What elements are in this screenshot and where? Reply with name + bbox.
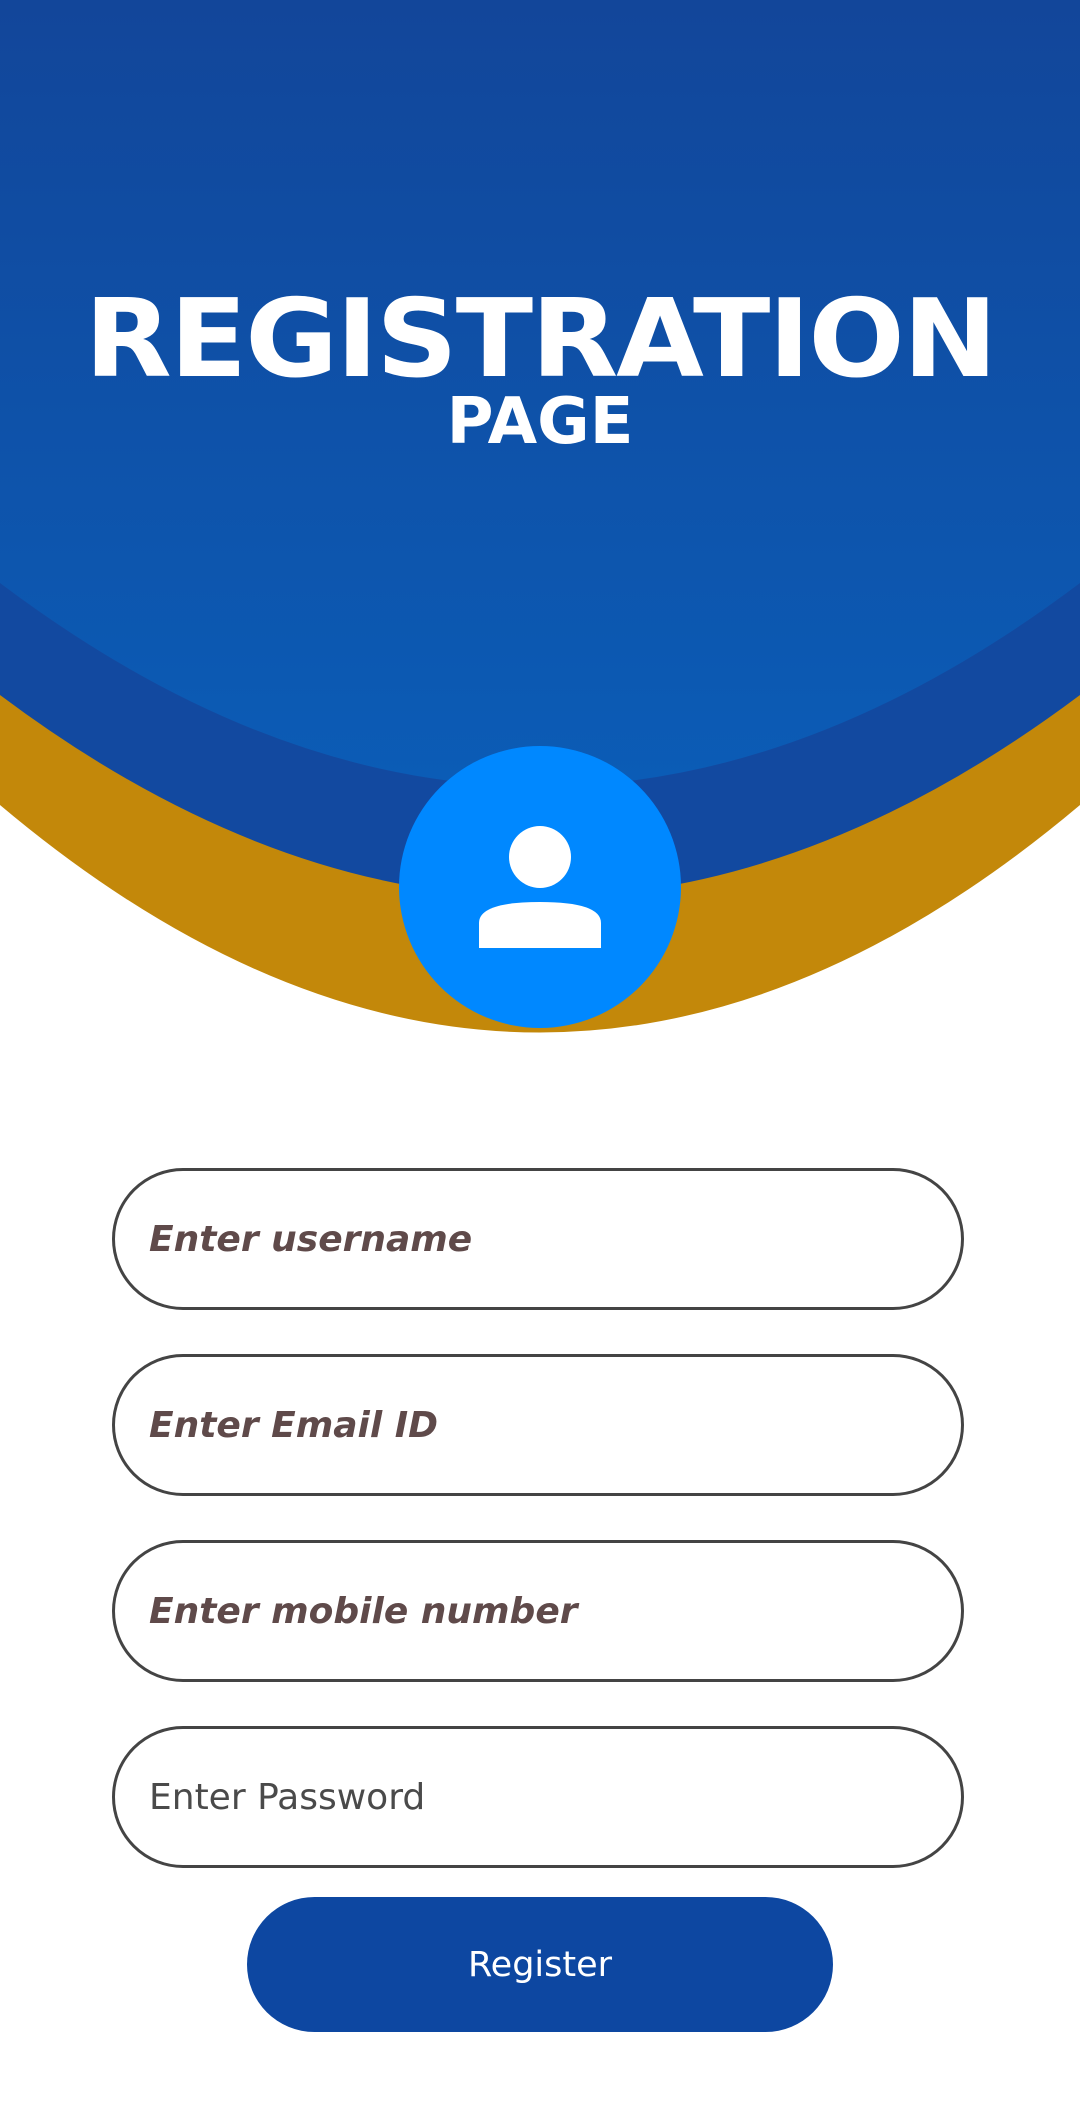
avatar[interactable] — [399, 746, 681, 1028]
page-subtitle: PAGE — [446, 385, 634, 459]
email-field[interactable]: Enter Email ID — [112, 1354, 964, 1496]
person-icon — [479, 826, 601, 948]
register-button[interactable]: Register — [247, 1897, 833, 2032]
page-title: REGISTRATION — [84, 277, 997, 402]
password-placeholder: Enter Password — [149, 1776, 426, 1818]
mobile-placeholder: Enter mobile number — [149, 1590, 578, 1632]
email-placeholder: Enter Email ID — [149, 1404, 439, 1446]
username-field[interactable]: Enter username — [112, 1168, 964, 1310]
username-placeholder: Enter username — [149, 1218, 473, 1260]
mobile-field[interactable]: Enter mobile number — [112, 1540, 964, 1682]
password-field[interactable]: Enter Password — [112, 1726, 964, 1868]
